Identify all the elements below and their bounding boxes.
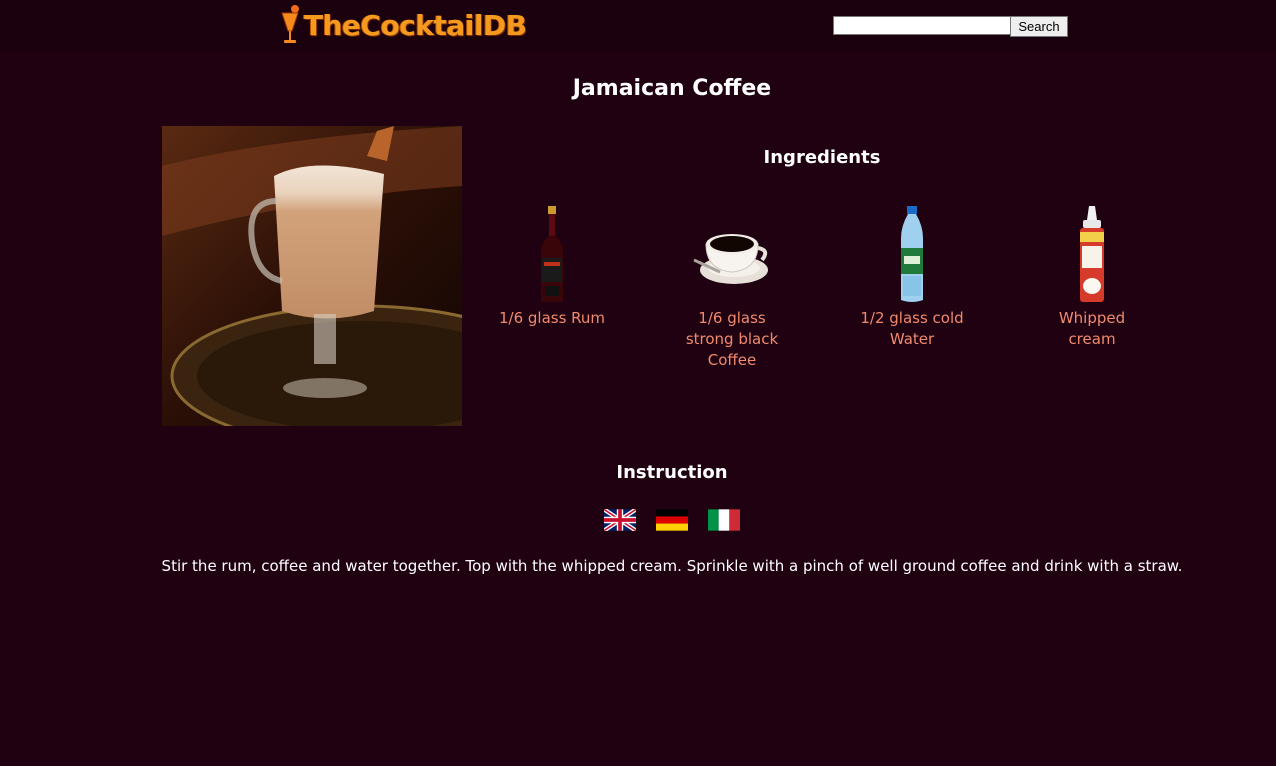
rum-bottle-icon bbox=[541, 206, 563, 302]
ingredient-label: 1/2 glass cold Water bbox=[860, 309, 964, 348]
drink-photo bbox=[162, 126, 462, 426]
instructions-text: Stir the rum, coffee and water together.… bbox=[161, 557, 1183, 575]
ingredient-whipped-cream[interactable]: Whipped cream bbox=[1002, 204, 1182, 350]
coffee-cup-icon bbox=[693, 234, 768, 284]
water-bottle-icon bbox=[901, 206, 923, 302]
ingredient-rum[interactable]: 1/6 glass Rum bbox=[462, 204, 642, 329]
whipped-cream-can-icon bbox=[1080, 206, 1104, 302]
search-input[interactable] bbox=[833, 16, 1012, 35]
site-logo[interactable]: TheCocktailDB bbox=[278, 3, 527, 47]
german-flag-icon[interactable] bbox=[656, 509, 688, 531]
english-flag-icon[interactable] bbox=[604, 509, 636, 531]
language-selector bbox=[604, 509, 740, 531]
italian-flag-icon[interactable] bbox=[708, 509, 740, 531]
logo-text: TheCocktailDB bbox=[304, 8, 527, 42]
instruction-heading: Instruction bbox=[616, 462, 728, 483]
drink-title: Jamaican Coffee bbox=[572, 76, 772, 101]
ingredient-coffee[interactable]: 1/6 glass strong black Coffee bbox=[642, 204, 822, 371]
ingredients-heading: Ingredients bbox=[763, 147, 881, 168]
ingredient-water[interactable]: 1/2 glass cold Water bbox=[822, 204, 1002, 350]
ingredient-label: Whipped cream bbox=[1058, 309, 1126, 348]
search-button[interactable]: Search bbox=[1010, 16, 1068, 37]
header-bar: TheCocktailDB Search bbox=[0, 0, 1276, 52]
ingredient-label: 1/6 glass strong black Coffee bbox=[685, 309, 779, 369]
cocktail-glass-icon bbox=[281, 5, 299, 43]
ingredient-label: 1/6 glass Rum bbox=[498, 309, 606, 327]
